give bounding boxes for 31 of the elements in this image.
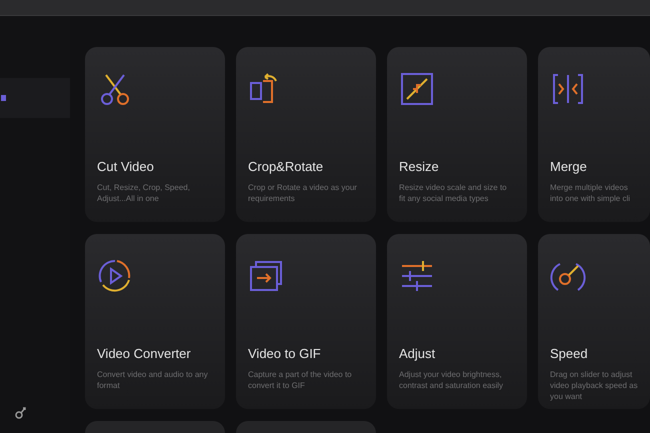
tool-card[interactable]: Adjust Adjust your video brightness, contrast and saturation easily — [387, 234, 527, 409]
tool-card[interactable]: Video to GIF Capture a part of the video to convert it to GIF — [236, 234, 376, 409]
tool-card[interactable]: Speed Drag on slider to adjust video playback speed as you want — [538, 234, 650, 409]
tool-card[interactable]: Cut Video Cut, Resize, Crop, Speed, Adjust...All in one — [85, 47, 225, 222]
tool-card[interactable]: Video Converter Convert video and audio to any format — [85, 234, 225, 409]
card-description: Crop or Rotate a video as your requirements — [248, 182, 358, 204]
sliders-icon — [399, 258, 435, 294]
export-icon — [248, 258, 284, 294]
card-description: Capture a part of the video to convert it to GIF — [248, 369, 353, 391]
card-title: Video Converter — [97, 346, 192, 361]
card-title: Adjust — [399, 346, 436, 361]
card-description: Resize video scale and size to fit any social media types — [399, 182, 508, 204]
card-description: Cut, Resize, Crop, Speed, Adjust...All in one — [97, 182, 191, 204]
card-title: Cut Video — [97, 159, 155, 174]
tool-card[interactable]: Crop&Rotate Crop or Rotate a video as your requirements — [236, 47, 376, 222]
card-title: Resize — [399, 159, 440, 174]
card-title: Speed — [550, 346, 589, 361]
card-title: Merge — [550, 159, 588, 174]
key-icon[interactable] — [15, 406, 27, 420]
tool-card[interactable]: Resize Resize video scale and size to fit any social media types — [387, 47, 527, 222]
card-description: Drag on slider to adjust video playback speed as you want — [550, 369, 638, 402]
card-description: Adjust your video brightness, contrast and saturation easily — [399, 369, 504, 391]
resize-icon — [399, 71, 435, 107]
convert-icon — [97, 258, 133, 294]
sidebar-item[interactable] — [0, 78, 70, 118]
card-description: Merge multiple videos into one with simple cli — [550, 182, 632, 204]
card-title: Video to GIF — [248, 346, 322, 361]
card-title: Crop&Rotate — [248, 159, 324, 174]
card-description: Convert video and audio to any format — [97, 369, 209, 391]
tool-card[interactable]: Merge Merge multiple videos into one with simple cli — [538, 47, 650, 222]
merge-icon — [550, 71, 586, 107]
